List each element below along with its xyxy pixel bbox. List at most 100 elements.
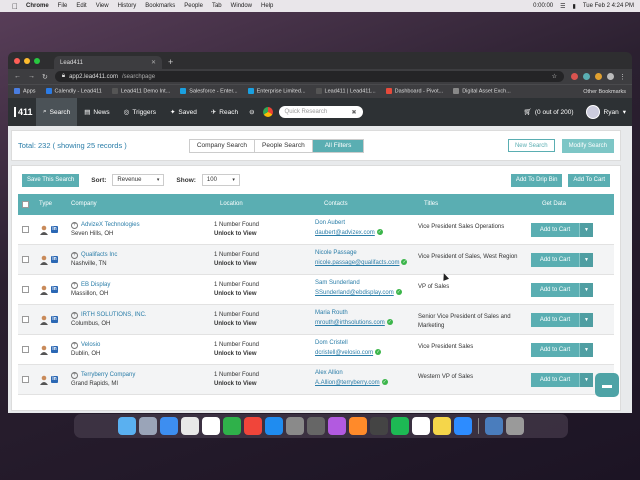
system-preferences-icon[interactable] xyxy=(286,417,304,435)
launchpad-icon[interactable] xyxy=(139,417,157,435)
clear-icon[interactable]: ✖ xyxy=(352,109,357,116)
contact-name-link[interactable]: Sam Sunderland xyxy=(315,278,402,288)
row-checkbox[interactable] xyxy=(22,316,29,325)
downloads-icon[interactable] xyxy=(485,417,503,435)
row-checkbox[interactable] xyxy=(22,376,29,385)
contact-email[interactable]: nicole.passage@qualifacts.com xyxy=(315,260,399,266)
new-search-button[interactable]: New Search xyxy=(507,139,555,152)
linkedin-icon[interactable]: in xyxy=(51,346,58,353)
bookmark-item[interactable]: Digital Asset Exch... xyxy=(453,88,511,95)
bookmark-item[interactable]: Enterprise Limited... xyxy=(247,88,306,95)
row-checkbox[interactable] xyxy=(22,226,29,235)
trash-icon[interactable] xyxy=(506,417,524,435)
zoom-icon[interactable] xyxy=(454,417,472,435)
forward-icon[interactable]: → xyxy=(28,73,35,80)
spotify-icon[interactable] xyxy=(391,417,409,435)
bookmark-item[interactable]: Lead411 | Lead411... xyxy=(315,88,376,95)
browser-tab[interactable]: Lead411 ✕ xyxy=(54,56,162,69)
menu-bookmarks[interactable]: Bookmarks xyxy=(145,3,175,9)
add-to-cart-button[interactable]: Add to Cart xyxy=(531,283,579,297)
slack-icon[interactable] xyxy=(412,417,430,435)
company-name-link[interactable]: Velosio xyxy=(81,342,100,348)
contact-name-link[interactable]: Alex Allion xyxy=(315,368,388,378)
add-circle-icon[interactable]: + xyxy=(71,372,78,379)
back-icon[interactable]: ← xyxy=(14,73,21,80)
close-tab-icon[interactable]: ✕ xyxy=(151,59,156,66)
zoom-window-icon[interactable] xyxy=(34,58,40,64)
add-to-cart-dropdown-icon[interactable]: ▼ xyxy=(579,343,593,357)
menu-file[interactable]: File xyxy=(58,3,68,9)
nav-news[interactable]: ▤ News xyxy=(77,98,116,126)
unlock-link[interactable]: Unlock to View xyxy=(214,260,259,269)
row-checkbox[interactable] xyxy=(22,256,29,265)
company-name-link[interactable]: Terryberry Company xyxy=(81,372,135,378)
row-checkbox[interactable] xyxy=(22,286,29,295)
unlock-link[interactable]: Unlock to View xyxy=(214,350,259,359)
menu-clock[interactable]: Tue Feb 2 4:24 PM xyxy=(583,3,634,9)
company-name-link[interactable]: Qualifacts Inc xyxy=(81,252,117,258)
add-circle-icon[interactable]: + xyxy=(71,252,78,259)
reload-icon[interactable]: ↻ xyxy=(42,73,48,81)
menu-help[interactable]: Help xyxy=(261,3,273,9)
safari-icon[interactable] xyxy=(160,417,178,435)
bookmark-item[interactable]: Lead411 Demo Int... xyxy=(111,88,170,95)
numbers-icon[interactable] xyxy=(223,417,241,435)
lead411-logo[interactable]: 411 xyxy=(8,107,36,117)
bookmark-star-icon[interactable]: ☆ xyxy=(552,73,557,80)
add-to-cart-dropdown-icon[interactable]: ▼ xyxy=(579,313,593,327)
unlock-link[interactable]: Unlock to View xyxy=(214,380,259,389)
minimize-window-icon[interactable] xyxy=(24,58,30,64)
user-menu[interactable]: Ryan ▾ xyxy=(585,105,626,119)
menu-window[interactable]: Window xyxy=(231,3,252,9)
nav-saved[interactable]: ✦ Saved xyxy=(163,98,204,126)
col-get-data[interactable]: Get Data xyxy=(542,201,566,207)
add-circle-icon[interactable]: + xyxy=(71,282,78,289)
new-tab-icon[interactable]: + xyxy=(168,57,173,67)
chrome-icon[interactable] xyxy=(262,107,273,117)
add-to-cart-dropdown-icon[interactable]: ▼ xyxy=(579,283,593,297)
app-store-icon[interactable] xyxy=(265,417,283,435)
menu-edit[interactable]: Edit xyxy=(76,3,86,9)
menu-view[interactable]: View xyxy=(96,3,109,9)
nav-search[interactable]: ⌕ Search xyxy=(36,98,78,126)
company-name-link[interactable]: EB Display xyxy=(81,282,110,288)
battery-icon[interactable]: ▮ xyxy=(573,3,576,10)
chat-widget-icon[interactable]: ▬ xyxy=(595,373,619,397)
bookmark-item[interactable]: Salesforce - Enter... xyxy=(180,88,238,95)
firefox-icon[interactable] xyxy=(349,417,367,435)
apple-icon[interactable]:  xyxy=(12,2,18,11)
linkedin-icon[interactable]: in xyxy=(51,226,58,233)
unlock-link[interactable]: Unlock to View xyxy=(214,230,259,239)
contact-email[interactable]: mrouth@irthsolutions.com xyxy=(315,320,385,326)
menu-tab[interactable]: Tab xyxy=(212,3,222,9)
add-to-cart-button[interactable]: Add to Cart xyxy=(531,343,579,357)
cart-status[interactable]: 🛒︎ (0 out of 200) xyxy=(524,108,574,117)
extension-icon[interactable] xyxy=(595,73,602,80)
add-to-drip-bin-button[interactable]: Add To Drip Bin xyxy=(510,173,563,187)
company-search-button[interactable]: Company Search xyxy=(190,139,256,152)
minus-circle-icon[interactable]: ⊖ xyxy=(249,108,254,116)
col-titles[interactable]: Titles xyxy=(424,201,438,207)
nav-reach[interactable]: ✈ Reach xyxy=(204,98,245,126)
company-name-link[interactable]: IRTH SOLUTIONS, INC. xyxy=(81,312,147,318)
row-checkbox[interactable] xyxy=(22,346,29,355)
add-to-cart-button[interactable]: Add to Cart xyxy=(531,373,579,387)
contact-name-link[interactable]: Don Aubert xyxy=(315,218,383,228)
menu-app-name[interactable]: Chrome xyxy=(26,3,49,9)
contact-name-link[interactable]: Maria Routh xyxy=(315,308,393,318)
linkedin-icon[interactable]: in xyxy=(51,256,58,263)
add-to-cart-dropdown-icon[interactable]: ▼ xyxy=(579,253,593,267)
col-company[interactable]: Company xyxy=(71,201,97,207)
address-bar[interactable]: 🔒︎ app2.lead411.com/searchpage ☆ xyxy=(54,71,564,82)
bookmark-item[interactable]: Apps xyxy=(14,88,36,95)
quick-research-input[interactable]: Quick Research ✖ xyxy=(278,106,363,118)
select-all-checkbox[interactable] xyxy=(22,201,29,210)
wifi-icon[interactable]: ☰ xyxy=(560,3,565,10)
more-menu-icon[interactable]: ⋮ xyxy=(619,73,626,81)
add-to-cart-button[interactable]: Add to Cart xyxy=(531,313,579,327)
finder-icon[interactable] xyxy=(118,417,136,435)
sort-select[interactable]: Revenue ▾ xyxy=(112,174,165,186)
add-circle-icon[interactable]: + xyxy=(71,222,78,229)
extension-icon[interactable] xyxy=(571,73,578,80)
col-type[interactable]: Type xyxy=(39,201,52,207)
